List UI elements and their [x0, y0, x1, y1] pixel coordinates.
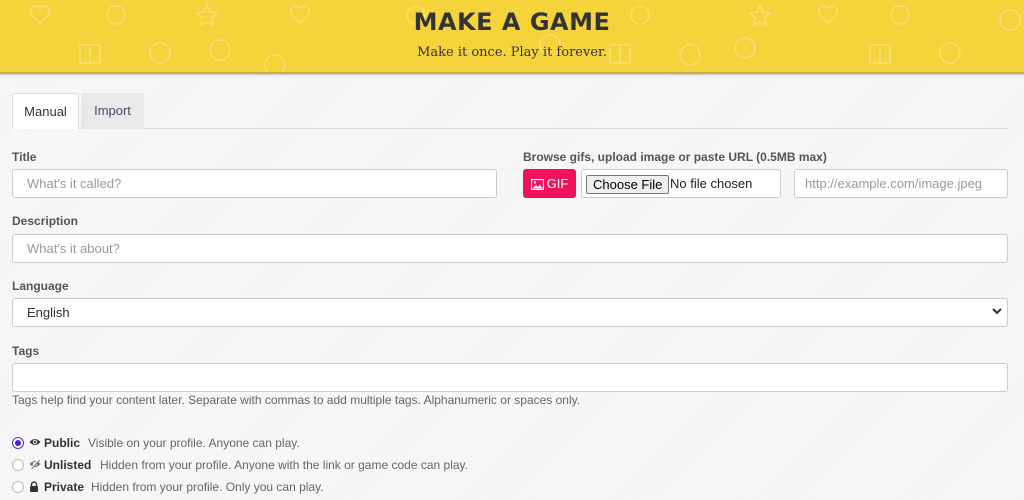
file-upload: Choose File No file chosen: [581, 169, 781, 198]
page-tagline: Make it once. Play it forever.: [417, 45, 607, 60]
eye-icon: [29, 439, 41, 445]
private-label: Private: [44, 480, 85, 494]
tab-import[interactable]: Import: [81, 93, 144, 129]
description-label: Description: [12, 214, 79, 228]
image-label: Browse gifs, upload image or paste URL (…: [523, 150, 827, 164]
tags-label: Tags: [12, 344, 40, 358]
unlisted-radio[interactable]: [12, 459, 24, 471]
language-label: Language: [12, 279, 69, 293]
title-label: Title: [12, 150, 37, 164]
visibility-option-private[interactable]: Private Hidden from your profile. Only y…: [12, 478, 512, 496]
public-radio[interactable]: [12, 437, 24, 449]
public-label: Public: [44, 436, 81, 450]
lock-icon: [30, 481, 38, 492]
title-input[interactable]: [12, 169, 497, 198]
choose-file-button[interactable]: Choose File: [586, 175, 670, 194]
image-url-input[interactable]: [794, 169, 1008, 198]
chevron-down-icon: [992, 308, 1002, 315]
gif-button[interactable]: GIF: [523, 169, 576, 198]
unlisted-description: Hidden from your profile. Anyone with th…: [100, 458, 468, 472]
language-select[interactable]: English: [12, 298, 1008, 327]
description-input[interactable]: [12, 234, 1008, 263]
tags-input[interactable]: [12, 363, 1008, 392]
tab-manual[interactable]: Manual: [12, 93, 79, 129]
public-description: Visible on your profile. Anyone can play…: [88, 436, 300, 450]
eye-slash-icon: [29, 459, 41, 469]
unlisted-label: Unlisted: [44, 458, 92, 472]
tab-bar: Manual Import: [12, 93, 1008, 129]
page-title: Make a Game: [413, 8, 611, 36]
visibility-option-unlisted[interactable]: Unlisted Hidden from your profile. Anyon…: [12, 456, 512, 474]
file-status: No file chosen: [670, 176, 753, 191]
private-radio[interactable]: [12, 481, 24, 493]
language-selected: English: [27, 305, 70, 320]
gif-button-label: GIF: [546, 176, 569, 191]
tags-help-text: Tags help find your content later. Separ…: [12, 393, 581, 407]
private-description: Hidden from your profile. Only you can p…: [91, 480, 324, 494]
visibility-option-public[interactable]: Public Visible on your profile. Anyone c…: [12, 434, 512, 452]
header-banner: Make a Game Make it once. Play it foreve…: [0, 0, 1024, 74]
image-icon: [530, 178, 544, 191]
